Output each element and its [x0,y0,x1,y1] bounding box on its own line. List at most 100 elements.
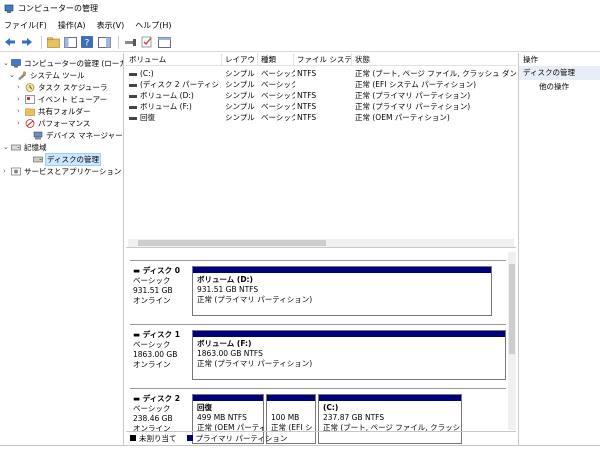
menu-file[interactable]: ファイル(F) [4,20,47,31]
up-folder-button[interactable] [46,35,60,49]
partition[interactable]: ボリューム (D:) 931.51 GB NTFS 正常 (プライマリ パーティ… [192,266,492,316]
partition-name: ボリューム (D:) [197,275,253,284]
collapse-icon[interactable]: ⌄ [3,143,11,151]
actions-pane: 操作 ディスクの管理 他の操作 [518,53,600,445]
drive-icon [129,83,137,87]
properties-icon [157,36,171,48]
partition-status: 正常 (プライマリ パーティション) [197,295,313,304]
expand-icon[interactable]: › [17,95,25,103]
scrollbar-thumb[interactable] [509,264,515,354]
performance-icon [25,118,35,128]
toolbar-separator [41,35,42,49]
expand-icon[interactable]: › [17,107,25,115]
partition-size: 1863.00 GB NTFS [197,349,263,358]
volume-file-system: NTFS [297,102,317,111]
back-button[interactable] [3,35,17,49]
tree-item-services-apps[interactable]: › サービスとアプリケーション [3,165,121,177]
partition[interactable]: ボリューム (F:) 1863.00 GB NTFS 正常 (プライマリ パーテ… [192,330,506,380]
disk-map-scrollbar[interactable] [508,252,516,430]
disk-status: オンライン [133,296,171,305]
volume-layout: シンプル [225,69,255,78]
expand-icon[interactable]: › [17,83,25,91]
storage-icon [11,144,21,150]
table-row[interactable]: ボリューム (D:) シンプル ベーシック NTFS 正常 (プライマリ パーテ… [126,90,516,101]
tree-item-device-manager[interactable]: デバイス マネージャー [25,129,123,141]
title-bar: コンピューターの管理 [0,0,600,17]
tree-item-disk-management[interactable]: ディスクの管理 [25,152,101,166]
expand-icon[interactable]: › [17,119,25,127]
arrow-right-icon [22,38,32,46]
tree-item-shared-folders[interactable]: › 共有フォルダー [17,105,91,117]
forward-button[interactable] [20,35,34,49]
partition-name: ボリューム (F:) [197,339,252,348]
drive-icon [129,94,137,98]
disk-0[interactable]: ▬ ディスク 0 ベーシック 931.51 GB オンライン ボリューム (D:… [130,260,506,322]
tree-item-computer-management[interactable]: ⌄ コンピューターの管理 (ローカル) [3,57,123,69]
more-actions-item[interactable]: 他の操作 [519,80,600,94]
disk-name: ディスク 1 [142,330,181,339]
tree-item-performance[interactable]: › パフォーマンス [17,117,90,129]
tree-item-task-scheduler[interactable]: › タスク スケジューラ [17,81,107,93]
partition-size: 237.87 GB NTFS [323,413,385,422]
legend-swatch [130,435,136,441]
tree-item-system-tools[interactable]: ⌄ システム ツール [9,69,85,81]
scrollbar-thumb[interactable] [138,240,326,246]
menu-view[interactable]: 表示(V) [97,20,125,31]
shared-folder-icon [25,107,35,116]
check-button[interactable] [140,35,154,49]
actions-header: 操作 [523,55,538,64]
volume-status: 正常 (EFI システム パーティション) [355,80,477,89]
connect-button[interactable] [123,35,137,49]
legend-swatch [186,435,193,441]
help-icon: ? [81,36,93,48]
console-tree: ⌄ コンピューターの管理 (ローカル) ⌄ システム ツール › タスク スケジ… [0,53,124,445]
partition-name [271,403,311,413]
show-hide-action-pane-button[interactable] [97,35,111,49]
volume-name: (ディスク 2 パーティション 2) [140,80,221,89]
volume-list-scrollbar[interactable] [128,239,514,247]
collapse-icon[interactable]: ⌄ [3,59,11,67]
volume-type: ベーシック [261,113,295,122]
column-header-status[interactable]: 状態 [352,53,516,66]
arrow-left-icon [5,38,15,46]
drive-icon [129,72,137,76]
partition-size: 499 MB NTFS [197,413,247,422]
tree-item-event-viewer[interactable]: › イベント ビューアー [17,93,107,105]
volume-layout: シンプル [225,113,255,122]
column-header-layout[interactable]: レイアウト [222,53,258,66]
help-button[interactable]: ? [80,35,94,49]
console-tree-button[interactable] [63,35,77,49]
column-header-file-system[interactable]: ファイル システム [294,53,352,66]
partition-size: 931.51 GB NTFS [197,285,259,294]
disk-1[interactable]: ▬ ディスク 1 ベーシック 1863.00 GB オンライン ボリューム (F… [130,324,506,386]
tools-icon [18,70,27,80]
table-row[interactable]: (C:) シンプル ベーシック NTFS 正常 (ブート, ページ ファイル, … [126,68,516,79]
disk-type: ベーシック [133,404,171,413]
partition-legend: 未割り当て プライマリ パーティション [126,431,516,444]
tree-item-storage[interactable]: ⌄ 記憶域 [3,141,47,153]
table-row[interactable]: ボリューム (F:) シンプル ベーシック NTFS 正常 (プライマリ パーテ… [126,101,516,112]
status-bar [0,445,600,450]
partition-size: 100 MB [271,413,300,422]
volume-type: ベーシック [261,80,295,89]
disk-type: ベーシック [133,276,171,285]
volume-type: ベーシック [261,102,295,111]
actions-section-disk-management[interactable]: ディスクの管理 [519,66,600,80]
menu-help[interactable]: ヘルプ(H) [135,20,171,31]
expand-icon[interactable]: › [3,167,11,175]
table-row[interactable]: (ディスク 2 パーティション 2) シンプル ベーシック 正常 (EFI シス… [126,79,516,90]
collapse-icon[interactable]: ⌄ [9,71,17,79]
table-row[interactable]: 回復 シンプル ベーシック NTFS 正常 (OEM パーティション) [126,112,516,123]
clock-icon [25,82,35,92]
disk-name: ディスク 0 [142,266,181,275]
disk-type: ベーシック [133,340,171,349]
column-header-volume[interactable]: ボリューム [126,53,222,66]
volume-status: 正常 (ブート, ページ ファイル, クラッシュ ダンプ, プライ [355,69,516,78]
volume-status: 正常 (OEM パーティション) [355,113,450,122]
volume-status: 正常 (プライマリ パーティション) [355,102,471,111]
properties-button[interactable] [157,35,171,49]
menu-action[interactable]: 操作(A) [58,20,86,31]
column-header-type[interactable]: 種類 [258,53,294,66]
disk-icon: ▬ [133,266,143,275]
partition-name: (C:) [323,403,339,412]
